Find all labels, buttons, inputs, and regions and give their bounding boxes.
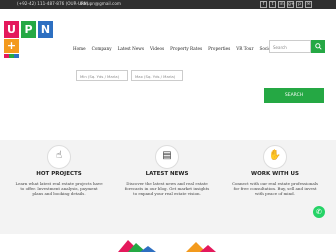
nav-videos[interactable]: Videos — [150, 46, 164, 51]
nav-vr-tour[interactable]: VR Tour — [236, 46, 253, 51]
property-search-panel: Min (Sq. Yds / Marla) Max (Sq. Yds / Mar… — [0, 62, 336, 140]
handshake-icon: ✋ — [268, 150, 282, 161]
search-icon — [314, 43, 322, 50]
phone-number[interactable]: (+92-42) 111-487-876 (OUR-UPN) — [17, 1, 88, 6]
google-plus-icon[interactable]: g+ — [287, 1, 295, 8]
latest-news-card[interactable]: ▤ LATEST NEWS Discover the latest news a… — [117, 145, 217, 225]
search-button[interactable] — [311, 40, 325, 53]
site-header: U P N + Home Company Latest News Videos … — [0, 9, 336, 62]
min-area-select[interactable]: Min (Sq. Yds / Marla) — [76, 70, 128, 81]
bottom-section — [0, 234, 336, 252]
search-submit-button[interactable]: SEARCH — [264, 88, 324, 103]
nav-properties[interactable]: Properties — [208, 46, 230, 51]
top-bar: (+92-42) 111-487-876 (OUR-UPN) ourupn@gm… — [0, 0, 336, 9]
card-icon-circle: ✋ — [263, 145, 287, 169]
logo-color-strip — [4, 54, 19, 58]
linkedin-icon[interactable]: in — [278, 1, 285, 8]
whatsapp-icon[interactable]: ✆ — [313, 206, 325, 218]
decorative-shapes — [118, 240, 216, 252]
search-input[interactable]: Search — [269, 40, 311, 53]
hot-projects-card[interactable]: ☝ HOT PROJECTS Learn what latest real es… — [9, 145, 109, 225]
card-text: Connect with our real estate professiona… — [231, 181, 319, 196]
mail-icon[interactable]: ✉ — [305, 1, 312, 8]
newspaper-icon: ▤ — [162, 150, 172, 161]
hand-pointer-icon: ☝ — [55, 150, 63, 161]
logo-plus: + — [4, 39, 19, 53]
card-text: Learn what latest real estate projects h… — [15, 181, 103, 196]
nav-latest-news[interactable]: Latest News — [118, 46, 144, 51]
facebook-icon[interactable]: f — [260, 1, 267, 8]
main-nav: Home Company Latest News Videos Property… — [73, 46, 294, 51]
card-title: LATEST NEWS — [145, 171, 189, 177]
card-title: HOT PROJECTS — [36, 171, 82, 177]
max-area-select[interactable]: Max (Sq. Yds / Marla) — [131, 70, 183, 81]
pinterest-icon[interactable]: p — [296, 1, 303, 8]
twitter-icon[interactable]: t — [269, 1, 276, 8]
logo-letter-u: U — [4, 21, 19, 38]
work-with-us-card[interactable]: ✋ WORK WITH US Connect with our real est… — [225, 145, 325, 225]
nav-company[interactable]: Company — [92, 46, 112, 51]
site-logo[interactable]: U P N + — [4, 21, 54, 59]
card-icon-circle: ▤ — [155, 145, 179, 169]
logo-letter-p: P — [21, 21, 36, 38]
email-address[interactable]: ourupn@gmail.com — [80, 1, 121, 6]
nav-home[interactable]: Home — [73, 46, 86, 51]
card-title: WORK WITH US — [251, 171, 299, 177]
card-icon-circle: ☝ — [47, 145, 71, 169]
logo-letter-n: N — [38, 21, 53, 38]
nav-property-rates[interactable]: Property Rates — [170, 46, 202, 51]
card-text: Discover the latest news and real estate… — [124, 181, 210, 196]
